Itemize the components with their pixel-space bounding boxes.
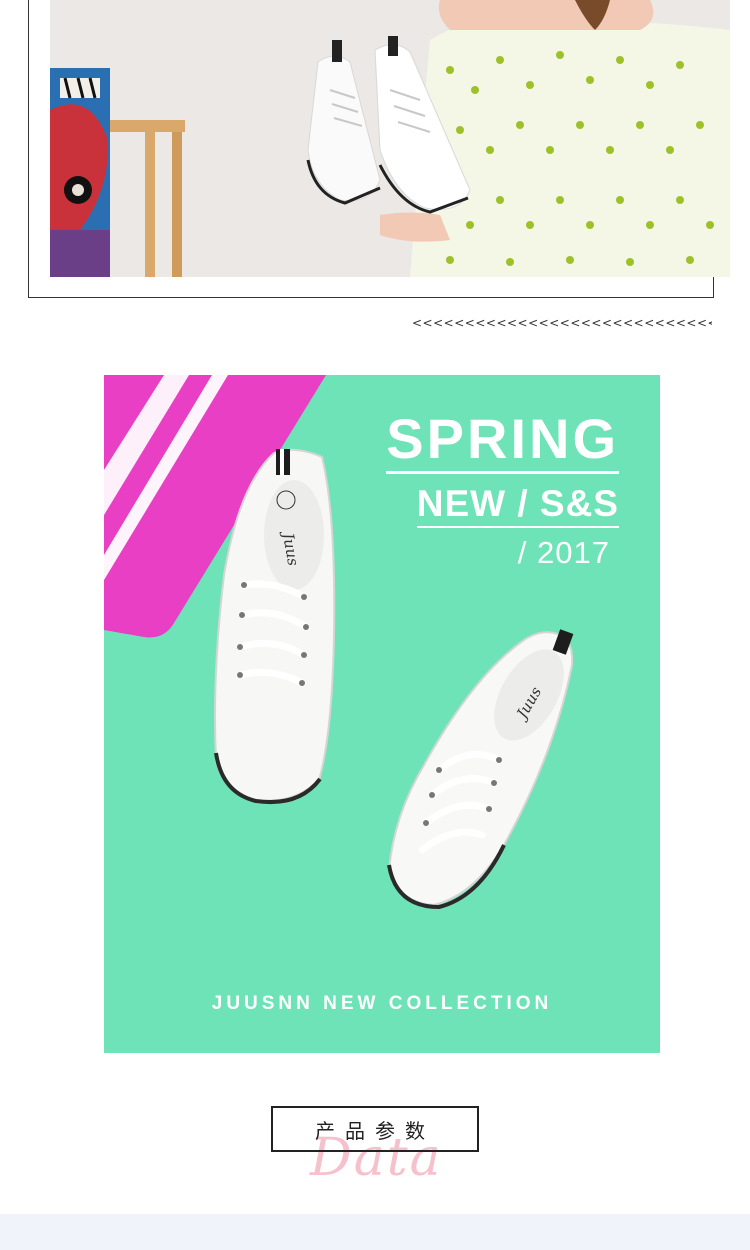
- decorative-arrows: <<<<<<<<<<<<<<<<<<<<<<<<<<<<<<: [412, 316, 712, 330]
- hero-headline: SPRING NEW / S&S: [386, 409, 619, 528]
- headline-spring: SPRING: [386, 409, 619, 474]
- right-sneaker: Juus: [387, 629, 574, 910]
- section-title-product-params: 产品参数: [271, 1106, 479, 1152]
- lifestyle-photo: [50, 0, 730, 277]
- collection-label: JUUSNN NEW COLLECTION: [211, 993, 553, 1014]
- headline-year: / 2017: [517, 535, 610, 570]
- headline-new-ss: NEW / S&S: [416, 484, 619, 528]
- hero-poster: Juus Juus SPRING NEW / S&S / 2017 JUUSNN…: [104, 375, 660, 1053]
- bottom-band: [0, 1214, 750, 1250]
- lifestyle-photo-illustration: [50, 0, 730, 277]
